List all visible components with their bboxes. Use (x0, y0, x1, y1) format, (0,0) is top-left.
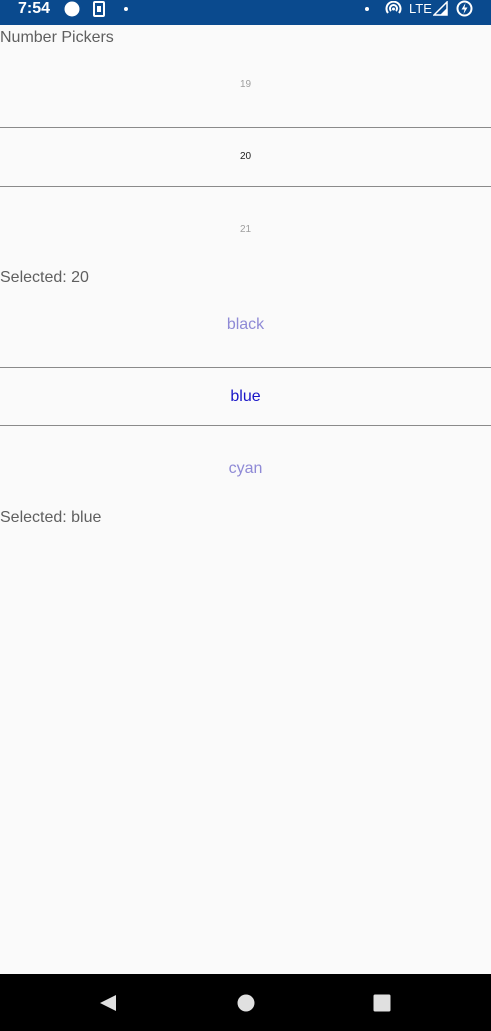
dot-icon (124, 0, 128, 17)
number-picker-item-above[interactable]: 19 (0, 78, 491, 92)
dot-icon (365, 0, 369, 17)
sim-card-icon (93, 0, 105, 17)
color-picker-item-above[interactable]: black (0, 315, 491, 335)
hotspot-icon (385, 0, 402, 17)
back-icon[interactable] (98, 993, 118, 1013)
status-time: 7:54 (18, 0, 51, 17)
navigation-bar (0, 974, 491, 1031)
picker-divider-bottom (0, 425, 491, 426)
number-picker-item-below[interactable]: 21 (0, 223, 491, 237)
page-title: Number Pickers (0, 29, 114, 46)
picker-divider-top (0, 367, 491, 368)
color-selected-label: Selected: blue (0, 509, 102, 526)
color-picker-item-below[interactable]: cyan (0, 459, 491, 479)
color-picker-item-selected[interactable]: blue (0, 387, 491, 407)
battery-charging-icon (456, 0, 473, 17)
number-picker-item-selected[interactable]: 20 (0, 150, 491, 164)
number-picker[interactable]: 19 20 21 (0, 58, 491, 268)
picker-divider-top (0, 127, 491, 128)
network-type: LTE (409, 1, 432, 16)
circle-icon (64, 0, 80, 17)
color-picker[interactable]: black blue cyan (0, 293, 491, 503)
status-bar: 7:54 LTE (0, 0, 491, 25)
number-selected-label: Selected: 20 (0, 269, 89, 286)
recents-icon[interactable] (372, 993, 392, 1013)
picker-divider-bottom (0, 186, 491, 187)
home-icon[interactable] (236, 993, 256, 1013)
signal-icon (433, 0, 448, 17)
